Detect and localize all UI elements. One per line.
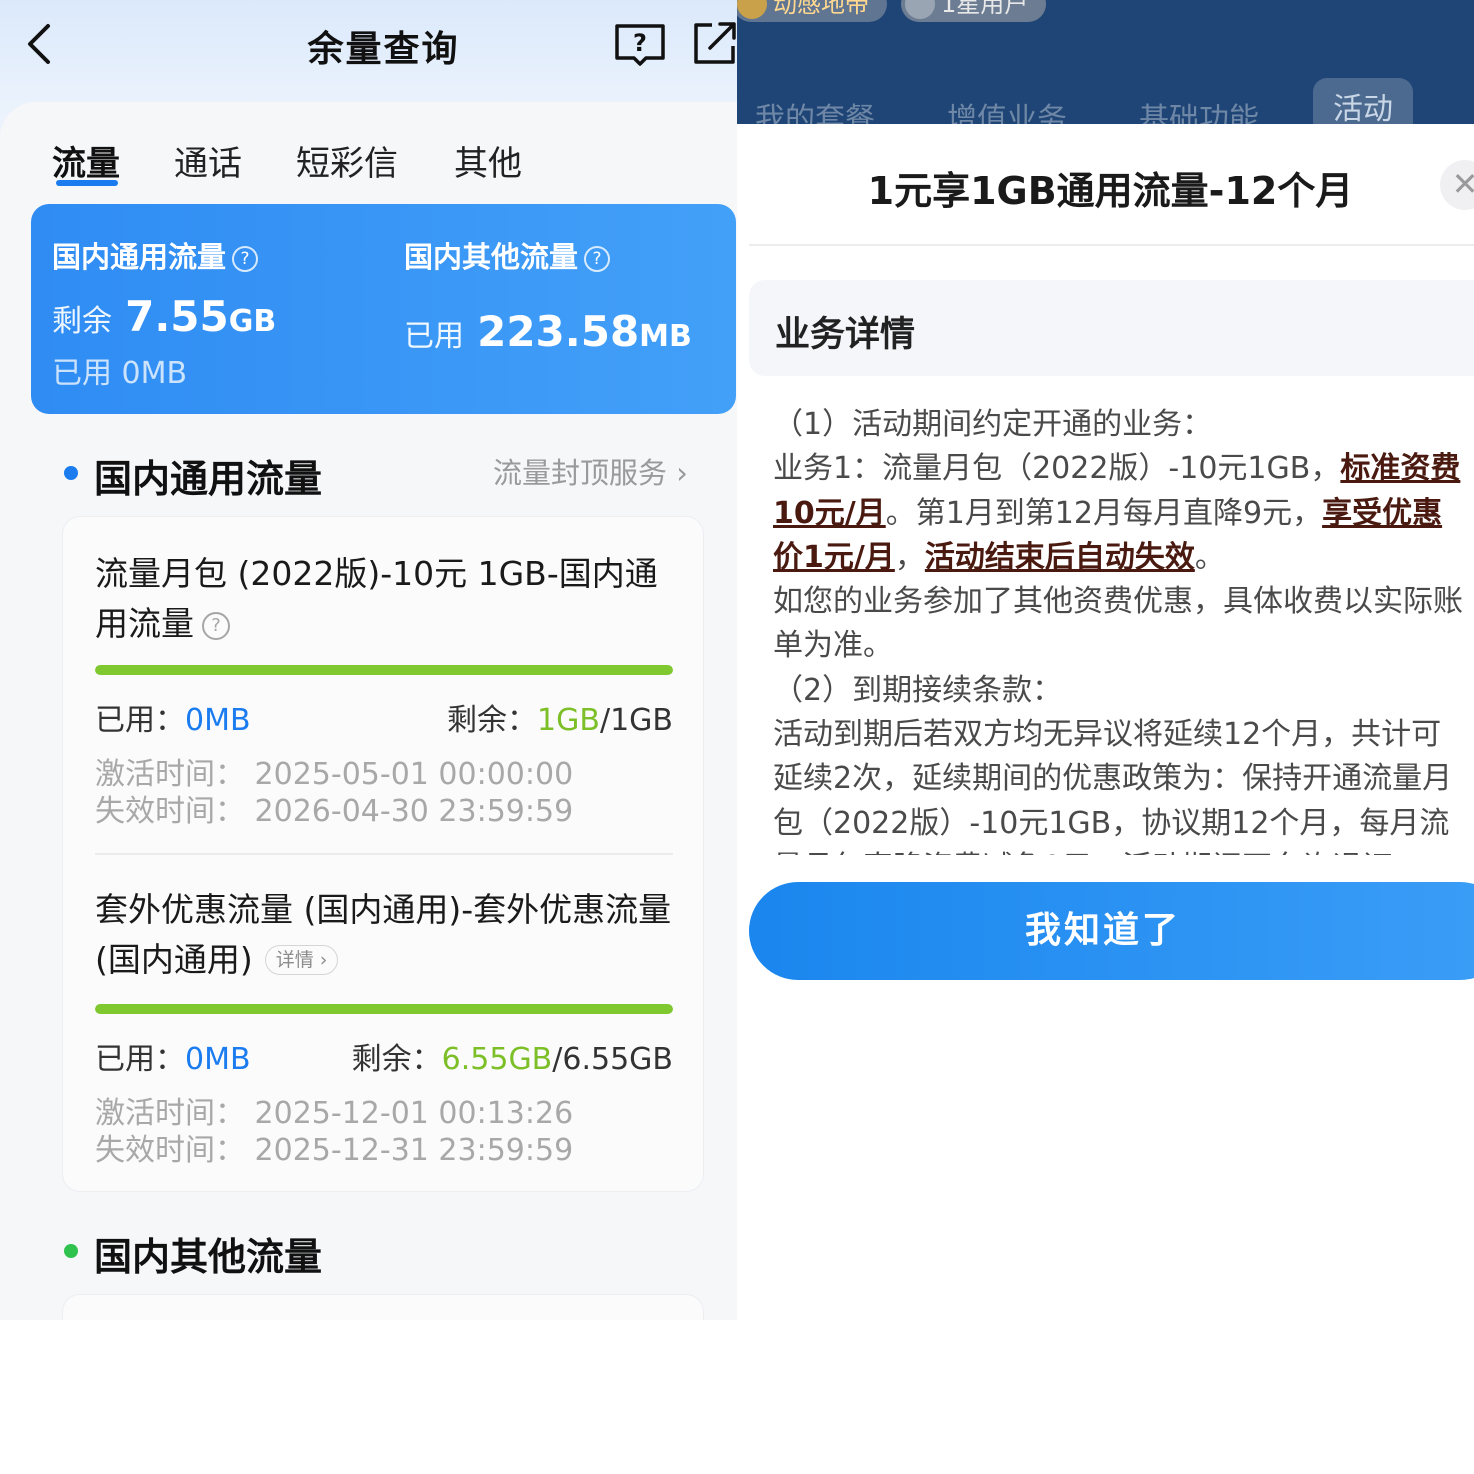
total-value: /6.55GB xyxy=(552,1042,673,1077)
star-level-badge: 1星用户 xyxy=(901,0,1047,22)
question-icon[interactable]: ? xyxy=(584,246,611,272)
remaining-label: 剩余： xyxy=(351,1042,442,1077)
remaining-value: 7.55 xyxy=(125,292,229,341)
remaining-value: 1GB xyxy=(537,703,600,738)
used-amount: 已用：0MB xyxy=(95,695,251,739)
general-remaining: 剩余 7.55GB xyxy=(52,292,276,341)
general-data-summary-title: 国内通用流量? xyxy=(52,234,259,276)
divider xyxy=(749,244,1474,246)
other-used-label: 已用 xyxy=(404,319,464,354)
star-icon xyxy=(905,0,935,19)
terms-paragraph: 活动到期后若双方均无异议将延续12个月，共计可延续2次，延续期间的优惠政策为：保… xyxy=(773,717,1453,855)
brand-badge-text: 动感地带 xyxy=(773,0,869,18)
total-value: /1GB xyxy=(599,703,673,738)
usage-row: 已用：0MB 剩余：1GB/1GB xyxy=(95,695,673,738)
general-data-title-text: 国内通用流量 xyxy=(52,240,227,274)
used-value: 0MB xyxy=(185,1042,251,1077)
question-icon[interactable]: ? xyxy=(232,246,259,272)
expiry-time: 失效时间： 2026-04-30 23:59:59 xyxy=(95,794,574,829)
used-amount: 已用：0MB xyxy=(95,1034,251,1078)
used-label: 已用： xyxy=(95,703,185,738)
details-button[interactable]: 详情 › xyxy=(264,945,339,975)
usage-progress-bar xyxy=(95,665,673,675)
dimmed-header: 动感地带 1星用户 我的套餐 增值业务 基础功能 活动 xyxy=(737,0,1474,137)
other-package-card xyxy=(62,1294,704,1320)
other-data-summary-title: 国内其他流量? xyxy=(404,234,611,276)
acknowledge-button-label: 我知道了 xyxy=(1024,910,1181,951)
package-list-card: 流量月包 (2022版)-10元 1GB-国内通用流量? 已用：0MB 剩余：1… xyxy=(62,516,704,1192)
section-title: 业务详情 xyxy=(775,315,916,355)
question-icon[interactable]: ? xyxy=(202,612,230,640)
brand-badge-icon xyxy=(737,0,767,19)
remaining-label: 剩余： xyxy=(447,703,538,738)
divider xyxy=(95,853,673,855)
general-used: 已用 0MB xyxy=(52,356,188,391)
remaining-amount: 剩余：1GB/1GB xyxy=(447,695,673,739)
section-dot xyxy=(64,1244,78,1258)
terms-paragraph: （1）活动期间约定开通的业务： xyxy=(773,407,1213,442)
modal-title: 1元享1GB通用流量-12个月 xyxy=(867,169,1354,213)
package-name-text: 流量月包 (2022版)-10元 1GB-国内通用流量 xyxy=(95,554,658,643)
terms-paragraph: （2）到期接续条款： xyxy=(773,672,1063,708)
tab-other[interactable]: 其他 xyxy=(454,136,522,185)
balance-query-screen: 余量查询 ? 流量 通话 短彩信 其他 国内通用流量? 剩余 7.55GB 已用… xyxy=(0,0,737,1320)
progress-fill xyxy=(95,665,673,675)
terms-text-run: 业务1：流量月包（2022版）-10元1GB， xyxy=(773,451,1341,487)
data-cap-service-link[interactable]: 流量封顶服务 › xyxy=(493,450,688,492)
other-data-title-text: 国内其他流量 xyxy=(404,240,579,274)
terms-paragraph: 业务1：流量月包（2022版）-10元1GB，标准资费10元/月。第1月到第12… xyxy=(773,447,1463,580)
tab-data[interactable]: 流量 xyxy=(52,136,120,185)
brand-badge: 动感地带 xyxy=(737,0,887,22)
remaining-unit: GB xyxy=(228,304,277,339)
used-value: 0MB xyxy=(185,703,251,738)
terms-paragraph: 如您的业务参加了其他资费优惠，具体收费以实际账单为准。 xyxy=(773,584,1463,664)
other-used-value: 223.58 xyxy=(477,307,640,356)
tab-sms-mms[interactable]: 短彩信 xyxy=(296,136,398,185)
highlight-auto-expire: 活动结束后自动失效 xyxy=(924,539,1195,575)
terms-text-run: 。第1月到第12月每月直降9元， xyxy=(885,495,1323,531)
used-label: 已用： xyxy=(95,1042,185,1077)
section-title: 国内通用流量 xyxy=(94,457,323,501)
terms-text: （1）活动期间约定开通的业务： 业务1：流量月包（2022版）-10元1GB，标… xyxy=(773,403,1463,855)
package-item-name: 套外优惠流量 (国内通用)-套外优惠流量 (国内通用) 详情 › xyxy=(95,885,685,985)
activity-detail-screen: 动感地带 1星用户 我的套餐 增值业务 基础功能 活动 1元享1GB通用流量-1… xyxy=(737,0,1474,1320)
nav-activities[interactable]: 活动 xyxy=(1313,78,1413,127)
active-tab-indicator xyxy=(56,180,118,186)
top-bar: 余量查询 ? xyxy=(0,0,737,100)
terms-text-run: ， xyxy=(894,539,925,575)
progress-fill xyxy=(95,1004,673,1014)
section-dot xyxy=(64,466,78,480)
remaining-label: 剩余 xyxy=(52,304,112,339)
other-used: 已用 223.58MB xyxy=(404,307,692,356)
star-level-text: 1星用户 xyxy=(941,0,1029,18)
expiry-time: 失效时间： 2025-12-31 23:59:59 xyxy=(95,1133,574,1168)
section-header: 业务详情 xyxy=(749,280,1474,376)
share-icon[interactable] xyxy=(692,20,737,66)
usage-progress-bar xyxy=(95,1004,673,1014)
data-summary-card: 国内通用流量? 剩余 7.55GB 已用 0MB 国内其他流量? 已用 223.… xyxy=(31,204,736,414)
usage-row: 已用：0MB 剩余：6.55GB/6.55GB xyxy=(95,1034,673,1077)
package-name-text: 套外优惠流量 (国内通用)-套外优惠流量 (国内通用) xyxy=(95,890,672,979)
remaining-value: 6.55GB xyxy=(441,1042,553,1077)
package-item-name: 流量月包 (2022版)-10元 1GB-国内通用流量? xyxy=(95,549,685,649)
section-title: 国内其他流量 xyxy=(94,1235,323,1279)
terms-text-run: 。 xyxy=(1194,539,1225,575)
help-book-icon[interactable]: ? xyxy=(614,20,666,66)
tab-calls[interactable]: 通话 xyxy=(174,136,242,185)
acknowledge-button[interactable]: 我知道了 xyxy=(749,882,1474,980)
svg-text:?: ? xyxy=(633,29,647,57)
other-used-unit: MB xyxy=(639,319,692,354)
remaining-amount: 剩余：6.55GB/6.55GB xyxy=(352,1034,673,1078)
